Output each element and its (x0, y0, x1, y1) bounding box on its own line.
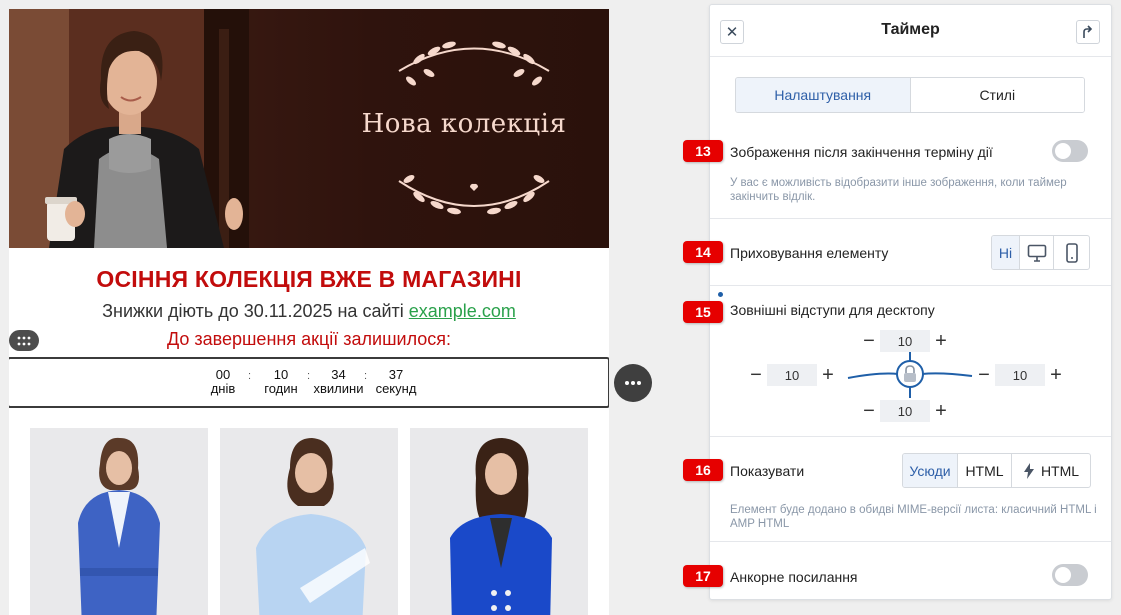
countdown-timer[interactable]: 00 днів : 10 годин : 34 хвилини : 37 сек… (9, 357, 609, 408)
timer-separator: : (248, 370, 252, 382)
margin-top-value[interactable]: 10 (880, 330, 930, 352)
show-everywhere-option[interactable]: Усюди (903, 454, 958, 487)
margin-top-increment-button[interactable]: + (930, 330, 952, 352)
product-photo-blue-sweater (256, 438, 370, 615)
section-hide-element: 14 Приховування елементу Ні (683, 219, 1111, 286)
hide-mobile-option[interactable] (1054, 236, 1089, 269)
margin-top-decrement-button[interactable]: − (858, 330, 880, 352)
margin-right-value[interactable]: 10 (995, 364, 1045, 386)
callout-badge: 17 (683, 565, 723, 587)
margin-bottom-increment-button[interactable]: + (930, 400, 952, 422)
margin-top-stepper: − 10 + (858, 330, 952, 352)
panel-tabs: Налаштування Стилі (735, 77, 1085, 113)
callout-badge: 13 (683, 140, 723, 162)
timer-hours: 10 годин (260, 368, 302, 396)
show-hint: Елемент буде додано в обидві MIME-версії… (730, 504, 1097, 530)
anchor-toggle[interactable] (1052, 564, 1088, 586)
expired-image-hint: У вас є можливість відобразити інше зобр… (730, 177, 1067, 203)
margin-bottom-stepper: − 10 + (858, 400, 952, 422)
settings-panel: ✕ Таймер Налаштування Стилі 13 Зображенн… (683, 4, 1112, 600)
ellipsis-icon (625, 381, 641, 385)
callout-badge: 14 (683, 241, 723, 263)
wreath-bottom-decoration (398, 175, 550, 215)
section-show: 16 Показувати Усюди HTML HTML Елемент бу… (683, 437, 1111, 542)
callout-badge: 16 (683, 459, 723, 481)
hide-none-option[interactable]: Ні (992, 236, 1020, 269)
margin-bottom-decrement-button[interactable]: − (858, 400, 880, 422)
timer-seconds-value: 37 (388, 367, 404, 382)
show-selector: Усюди HTML HTML (902, 453, 1091, 488)
timer-days: 00 днів (205, 368, 241, 396)
banner-title: Нова колекція (361, 109, 567, 139)
arrow-up-turn-icon (1083, 25, 1093, 38)
expired-image-label: Зображення після закінчення терміну дії (730, 144, 993, 160)
expired-image-toggle[interactable] (1052, 140, 1088, 162)
margin-bottom-value[interactable]: 10 (880, 400, 930, 422)
margin-right-decrement-button[interactable]: − (973, 364, 995, 386)
timer-hours-value: 10 (273, 367, 289, 382)
timer-seconds-label: секунд (375, 381, 417, 396)
anchor-label: Анкорне посилання (730, 569, 858, 585)
tab-settings[interactable]: Налаштування (736, 78, 911, 112)
timer-separator: : (364, 370, 368, 382)
email-body: Нова колекція ОСІННЯ КОЛЕКЦІЯ ВЖЕ В МАГА… (9, 9, 609, 615)
wreath-top-decoration (398, 41, 550, 86)
panel-header: ✕ Таймер (710, 5, 1111, 57)
margin-left-decrement-button[interactable]: − (745, 364, 767, 386)
desktop-icon (1027, 244, 1046, 262)
drag-handle-icon[interactable] (9, 330, 39, 351)
show-amp-html-option[interactable]: HTML (1012, 454, 1090, 487)
hero-photo (9, 9, 249, 248)
lightning-icon (1023, 462, 1034, 479)
amp-html-label: HTML (1040, 462, 1080, 479)
product-card[interactable] (220, 428, 398, 615)
promo-title: ОСІННЯ КОЛЕКЦІЯ ВЖЕ В МАГАЗИНІ (96, 266, 522, 292)
show-html-option[interactable]: HTML (958, 454, 1012, 487)
product-card[interactable] (410, 428, 588, 615)
section-anchor: 17 Анкорне посилання (683, 542, 1111, 600)
section-desktop-margins: 15 Зовнішні відступи для десктопу − 10 +… (683, 286, 1111, 437)
section-expired-image: 13 Зображення після закінчення терміну д… (683, 127, 1111, 219)
promo-subtitle: Знижки діють до 30.11.2025 на сайті exam… (9, 301, 609, 322)
hide-desktop-option[interactable] (1020, 236, 1054, 269)
timer-hours-label: годин (264, 381, 298, 396)
mobile-icon (1065, 242, 1078, 263)
hero-banner[interactable]: Нова колекція (9, 9, 609, 248)
product-photo-blue-coat (78, 437, 160, 615)
collapse-panel-button[interactable] (1076, 20, 1100, 44)
panel-title: Таймер (881, 21, 940, 38)
product-card[interactable] (30, 428, 208, 615)
tab-styles[interactable]: Стилі (910, 78, 1084, 112)
margin-left-stepper: − 10 + (745, 364, 839, 386)
margin-right-stepper: − 10 + (973, 364, 1067, 386)
margin-left-increment-button[interactable]: + (817, 364, 839, 386)
email-canvas: Нова колекція ОСІННЯ КОЛЕКЦІЯ ВЖЕ В МАГА… (0, 0, 660, 615)
timer-days-value: 00 (215, 367, 231, 382)
timer-minutes: 34 хвилини (311, 368, 366, 396)
more-actions-button[interactable] (614, 364, 652, 402)
timer-separator: : (307, 370, 311, 382)
timer-minutes-value: 34 (331, 367, 346, 382)
hide-element-selector: Ні (991, 235, 1090, 270)
promo-subtitle-text: Знижки діють до 30.11.2025 на сайті (102, 301, 404, 321)
promo-remaining-text: До завершення акції залишилося: (166, 329, 452, 349)
timer-seconds: 37 секунд (373, 368, 419, 396)
show-label: Показувати (730, 463, 805, 479)
link-margins-lock-icon[interactable] (901, 364, 919, 384)
margin-right-increment-button[interactable]: + (1045, 364, 1067, 386)
timer-minutes-label: хвилини (313, 381, 364, 396)
margin-left-value[interactable]: 10 (767, 364, 817, 386)
product-photo-blue-jacket (450, 438, 552, 615)
promo-link[interactable]: example.com (409, 301, 516, 321)
timer-days-label: днів (210, 381, 236, 396)
hide-element-label: Приховування елементу (730, 245, 889, 261)
